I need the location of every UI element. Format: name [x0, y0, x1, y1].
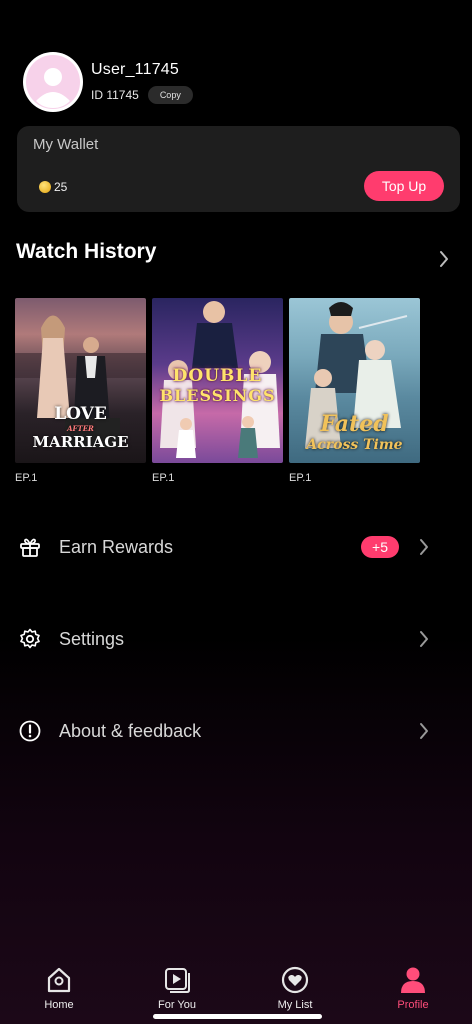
history-item[interactable]: LOVE AFTER MARRIAGE EP.1 [15, 298, 146, 484]
chevron-right-icon[interactable] [438, 250, 450, 268]
wallet-card: My Wallet 25 Top Up [17, 126, 460, 212]
settings-label: Settings [59, 628, 125, 649]
poster-title-sub: Across Time [306, 437, 403, 453]
chevron-right-icon [420, 723, 428, 739]
id-row: ID 11745 Copy [91, 85, 193, 104]
rewards-badge: +5 [361, 536, 399, 558]
poster-title-sub: MARRIAGE [32, 433, 129, 451]
episode-label: EP.1 [15, 472, 38, 484]
coin-balance: 25 [39, 180, 67, 194]
history-item[interactable]: Fated Across Time EP.1 [289, 298, 420, 484]
coin-icon [39, 181, 51, 193]
user-info: User_11745 ID 11745 Copy [91, 61, 193, 104]
poster-title-main: LOVE [54, 404, 107, 424]
gift-icon [20, 538, 40, 557]
avatar-icon [26, 55, 80, 109]
episode-label: EP.1 [152, 472, 175, 484]
home-indicator[interactable] [153, 1014, 322, 1019]
chevron-right-icon [420, 631, 428, 647]
about-feedback-label: About & feedback [59, 720, 202, 741]
earn-rewards-row[interactable]: Earn Rewards +5 [0, 522, 472, 572]
avatar[interactable] [23, 52, 83, 112]
poster-title-main: DOUBLE [172, 366, 263, 386]
poster-image[interactable]: LOVE AFTER MARRIAGE [15, 298, 146, 463]
top-up-button[interactable]: Top Up [364, 171, 444, 201]
gear-icon [20, 628, 40, 649]
poster-title-main: Fated [320, 411, 389, 437]
heart-icon [281, 966, 309, 994]
username: User_11745 [91, 60, 179, 78]
tab-label: My List [277, 999, 313, 1011]
coin-count: 25 [54, 180, 68, 194]
chevron-right-icon [420, 539, 428, 555]
episode-label: EP.1 [289, 472, 312, 484]
user-id: ID 11745 [91, 87, 139, 102]
wallet-title: My Wallet [33, 136, 99, 153]
poster-image[interactable]: Fated Across Time [289, 298, 420, 463]
tab-label: Home [44, 999, 74, 1011]
poster-title-sub: BLESSINGS [159, 386, 276, 405]
poster-title-small: AFTER [67, 424, 94, 433]
profile-header: User_11745 ID 11745 Copy [23, 52, 193, 112]
poster-image[interactable]: DOUBLE BLESSINGS [152, 298, 283, 463]
for-you-icon [165, 968, 190, 993]
watch-history-title: Watch History [16, 240, 157, 263]
copy-button[interactable]: Copy [147, 85, 193, 104]
tab-home[interactable]: Home [0, 955, 118, 1024]
watch-history-list: LOVE AFTER MARRIAGE EP.1 DOUBLE BLESSING… [15, 298, 420, 484]
profile-icon [401, 967, 425, 993]
history-item[interactable]: DOUBLE BLESSINGS EP.1 [152, 298, 283, 484]
info-icon [19, 720, 41, 742]
tab-label: Profile [397, 999, 429, 1011]
tab-profile[interactable]: Profile [354, 955, 472, 1024]
settings-row[interactable]: Settings [0, 614, 472, 664]
about-feedback-row[interactable]: About & feedback [0, 706, 472, 756]
home-icon [47, 967, 71, 993]
tab-label: For You [158, 999, 196, 1011]
earn-rewards-label: Earn Rewards [59, 536, 174, 557]
